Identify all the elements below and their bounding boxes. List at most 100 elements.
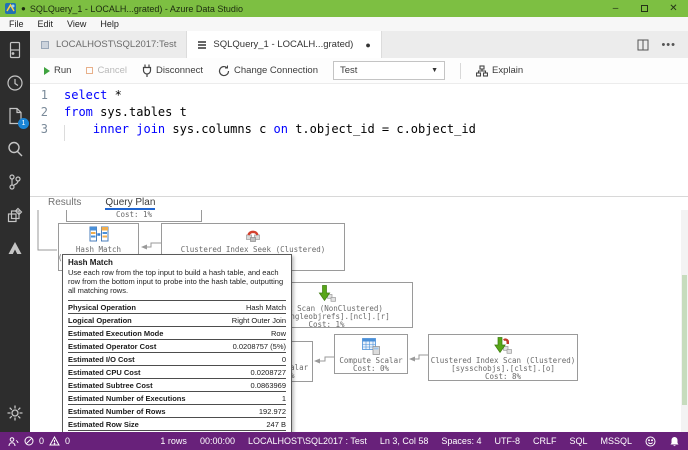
task-history-icon[interactable] <box>6 74 24 92</box>
plan-scrollbar-thumb[interactable] <box>682 275 687 405</box>
app-icon <box>5 3 16 14</box>
status-item-ln-3-col-58[interactable]: Ln 3, Col 58 <box>380 436 429 446</box>
code-line[interactable]: select * <box>64 87 476 104</box>
tooltip-row: Estimated CPU Cost0.0208727 <box>68 365 286 378</box>
plan-node-compute-scalar-0[interactable]: Compute ScalarCost: 0% <box>334 334 408 374</box>
status-item-utf-8[interactable]: UTF-8 <box>494 436 520 446</box>
editor-tab-bar: LOCALHOST\SQL2017:Test SQLQuery_1 - LOCA… <box>30 31 688 58</box>
database-dropdown[interactable]: Test ▼ <box>333 61 445 80</box>
tooltip-rows: Physical OperationHash MatchLogical Oper… <box>68 300 286 432</box>
tooltip-title: Hash Match <box>68 258 286 267</box>
explain-button[interactable]: Explain <box>476 65 523 77</box>
disconnect-button[interactable]: Disconnect <box>142 64 203 77</box>
tooltip-row: Estimated Row Size247 B <box>68 417 286 430</box>
line-number: 1 <box>30 87 48 104</box>
error-count[interactable]: 0 <box>39 436 44 446</box>
remote-connection-icon[interactable] <box>8 436 19 447</box>
plan-node-label: Clustered Index Seek (Clustered) <box>181 246 326 254</box>
more-actions-icon[interactable]: ••• <box>661 39 676 51</box>
search-icon[interactable] <box>6 140 24 158</box>
open-count-badge: 1 <box>18 118 29 129</box>
database-dropdown-value: Test <box>340 65 357 76</box>
change-connection-button[interactable]: Change Connection <box>218 65 318 77</box>
tooltip-row: Estimated I/O Cost0 <box>68 352 286 365</box>
line-number: 2 <box>30 104 48 121</box>
extensions-icon[interactable] <box>6 206 24 224</box>
tab-localhost-sql2017-test[interactable]: LOCALHOST\SQL2017:Test <box>30 31 187 58</box>
status-item-sql[interactable]: SQL <box>569 436 587 446</box>
plan-scrollbar[interactable] <box>681 210 688 432</box>
clustered-index-scan-icon <box>493 337 513 355</box>
indent-guide <box>64 125 65 141</box>
index-seek-icon <box>243 226 263 244</box>
menu-item-file[interactable]: File <box>2 19 31 29</box>
title-bar: ● SQLQuery_1 - LOCALH...grated) - Azure … <box>0 0 688 17</box>
code-line[interactable]: inner join sys.columns c on t.object_id … <box>64 121 476 138</box>
connections-icon[interactable] <box>6 41 24 59</box>
status-item-1-rows[interactable]: 1 rows <box>160 436 187 446</box>
settings-gear-icon[interactable] <box>6 404 24 422</box>
cancel-icon <box>86 67 93 74</box>
split-editor-icon[interactable] <box>637 39 649 51</box>
window-controls: – ✕ <box>601 0 688 17</box>
status-item-localhost-sql2017-test[interactable]: LOCALHOST\SQL2017 : Test <box>248 436 367 446</box>
tab-sqlquery-1[interactable]: SQLQuery_1 - LOCALH...grated) ● <box>187 31 381 58</box>
tooltip-row: Physical OperationHash Match <box>68 300 286 313</box>
notifications-bell-icon[interactable] <box>669 436 680 447</box>
menu-bar: FileEditViewHelp <box>0 17 688 31</box>
change-connection-icon <box>218 65 230 77</box>
tooltip-row: Node ID44 <box>68 430 286 432</box>
line-number: 3 <box>30 121 48 138</box>
maximize-button[interactable] <box>630 0 659 17</box>
warning-count[interactable]: 0 <box>65 436 70 446</box>
azure-data-studio-window: ● SQLQuery_1 - LOCALH...grated) - Azure … <box>0 0 688 450</box>
results-panel: ResultsQuery Plan Cost: 1%Hash Match(Rig… <box>30 196 688 432</box>
feedback-smiley-icon[interactable] <box>645 436 656 447</box>
chevron-down-icon: ▼ <box>431 67 438 74</box>
menu-item-help[interactable]: Help <box>93 19 126 29</box>
status-bar: 0 0 1 rows 00:00:00 LOCALHOST\SQL2017 : Te… <box>0 432 688 450</box>
panel-tab-bar: Results Query Plan <box>30 197 688 210</box>
hash-match-icon <box>89 226 109 244</box>
hash-match-tooltip: Hash Match Use each row from the top inp… <box>62 254 292 432</box>
plan-node-clustered-index-scan[interactable]: Clustered Index Scan (Clustered)[sysscho… <box>428 334 578 381</box>
code-line[interactable]: from sys.tables t <box>64 104 476 121</box>
query-toolbar: Run Cancel Disconnect Change Connection … <box>30 58 688 84</box>
activity-bar: 1 <box>0 31 30 432</box>
minimize-button[interactable]: – <box>601 0 630 17</box>
query-plan-canvas[interactable]: Cost: 1%Hash Match(Right Outer Join)Clus… <box>30 210 688 432</box>
server-tab-icon <box>40 40 50 50</box>
plan-node-label: Cost: 0% <box>353 365 389 373</box>
panel-tab-results[interactable]: Results <box>48 197 81 210</box>
panel-tab-query-plan[interactable]: Query Plan <box>105 197 155 210</box>
sql-code[interactable]: select *from sys.tables t inner join sys… <box>54 87 476 196</box>
source-control-icon[interactable] <box>6 173 24 191</box>
tooltip-row: Logical OperationRight Outer Join <box>68 313 286 326</box>
azure-icon[interactable] <box>6 239 24 257</box>
tooltip-row: Estimated Subtree Cost0.0863969 <box>68 378 286 391</box>
run-button[interactable]: Run <box>44 65 71 76</box>
sql-editor[interactable]: 123 select *from sys.tables t inner join… <box>30 84 688 196</box>
cancel-button: Cancel <box>86 65 127 76</box>
menu-item-view[interactable]: View <box>60 19 93 29</box>
plan-node-label: Cost: 1% <box>116 211 152 219</box>
close-button[interactable]: ✕ <box>659 0 688 17</box>
menu-item-edit[interactable]: Edit <box>31 19 61 29</box>
query-tab-icon <box>197 40 207 50</box>
run-icon <box>44 67 50 75</box>
errors-icon[interactable] <box>24 436 34 446</box>
line-number-gutter: 123 <box>30 87 54 196</box>
tooltip-row: Estimated Number of Executions1 <box>68 391 286 404</box>
tab-label: LOCALHOST\SQL2017:Test <box>56 39 176 50</box>
warnings-icon[interactable] <box>49 436 60 446</box>
status-item-crlf[interactable]: CRLF <box>533 436 557 446</box>
toolbar-separator <box>460 63 461 79</box>
title-dirty-dot: ● <box>21 4 26 13</box>
window-title: SQLQuery_1 - LOCALH...grated) - Azure Da… <box>30 4 243 14</box>
status-item-spaces-4[interactable]: Spaces: 4 <box>441 436 481 446</box>
status-item-00-00-00[interactable]: 00:00:00 <box>200 436 235 446</box>
plan-node-parent-cost[interactable]: Cost: 1% <box>66 210 202 222</box>
notebooks-icon[interactable]: 1 <box>6 107 24 125</box>
status-item-mssql[interactable]: MSSQL <box>600 436 632 446</box>
status-bar-right: 1 rows 00:00:00 LOCALHOST\SQL2017 : Test Ln… <box>160 436 632 446</box>
